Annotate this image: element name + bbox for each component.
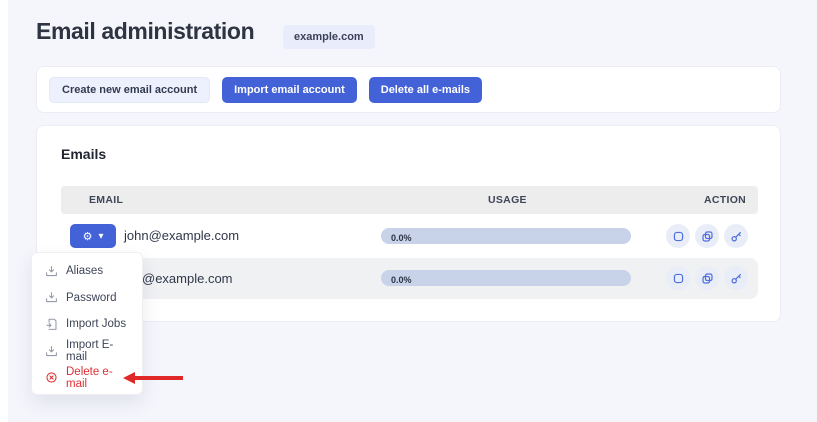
toolbar-card: Create new email account Import email ac…	[36, 66, 781, 113]
menu-item-label: Import Jobs	[66, 318, 127, 331]
copy-action-button[interactable]	[695, 224, 719, 248]
usage-value: 0.0%	[391, 275, 412, 285]
usage-value: 0.0%	[391, 233, 412, 243]
usage-progress-bar: 0.0%	[381, 228, 631, 244]
column-header-action: ACTION	[704, 194, 747, 206]
menu-item-password[interactable]: Password	[32, 285, 142, 312]
key-icon	[731, 273, 741, 283]
copy-action-button[interactable]	[695, 266, 719, 290]
import-document-icon	[46, 318, 57, 330]
table-row: ⚙ ▼ john@example.com 0.0%	[61, 215, 758, 257]
menu-item-import-jobs[interactable]: Import Jobs	[32, 311, 142, 338]
page-title: Email administration	[36, 18, 255, 44]
table-header-row: EMAIL USAGE ACTION	[61, 186, 758, 214]
key-action-button[interactable]	[724, 224, 748, 248]
square-action-button[interactable]	[666, 266, 690, 290]
import-email-account-button[interactable]: Import email account	[222, 76, 357, 103]
copy-icon	[701, 230, 713, 242]
circle-x-icon	[46, 372, 57, 383]
page-edge	[0, 0, 8, 422]
key-action-button[interactable]	[724, 266, 748, 290]
create-email-account-button[interactable]: Create new email account	[49, 76, 211, 103]
email-address: john@example.com	[124, 228, 240, 243]
email-address: @example.com	[142, 271, 233, 286]
row-actions	[666, 266, 748, 290]
menu-item-label: Delete e-mail	[66, 365, 113, 390]
key-icon	[731, 231, 741, 241]
square-action-button[interactable]	[666, 224, 690, 248]
square-icon	[673, 273, 683, 283]
email-settings-dropdown-toggle[interactable]: ⚙ ▼	[70, 224, 116, 248]
chevron-down-icon: ▼	[98, 231, 104, 240]
menu-item-import-email[interactable]: Import E-mail	[32, 338, 142, 365]
download-tray-icon	[46, 265, 57, 276]
email-administration-page: Email administration example.com Create …	[0, 0, 817, 422]
delete-all-emails-button[interactable]: Delete all e-mails	[368, 76, 483, 103]
download-tray-icon	[46, 292, 57, 303]
copy-icon	[701, 272, 713, 284]
square-icon	[673, 231, 683, 241]
usage-progress-bar: 0.0%	[381, 270, 631, 286]
menu-item-label: Aliases	[66, 265, 104, 278]
column-header-email: EMAIL	[89, 194, 124, 206]
emails-card: Emails EMAIL USAGE ACTION ⚙ ▼ john@examp…	[36, 125, 781, 322]
annotation-arrow-shaft	[133, 376, 183, 380]
download-tray-icon	[46, 345, 57, 356]
menu-item-aliases[interactable]: Aliases	[32, 258, 142, 285]
row-actions	[666, 224, 748, 248]
table-row: @example.com 0.0%	[61, 258, 758, 299]
menu-item-label: Password	[66, 291, 117, 304]
domain-badge: example.com	[283, 25, 375, 49]
gear-icon: ⚙	[82, 229, 93, 243]
menu-item-label: Import E-mail	[66, 339, 114, 364]
column-header-usage: USAGE	[488, 194, 527, 206]
emails-card-title: Emails	[61, 146, 107, 162]
